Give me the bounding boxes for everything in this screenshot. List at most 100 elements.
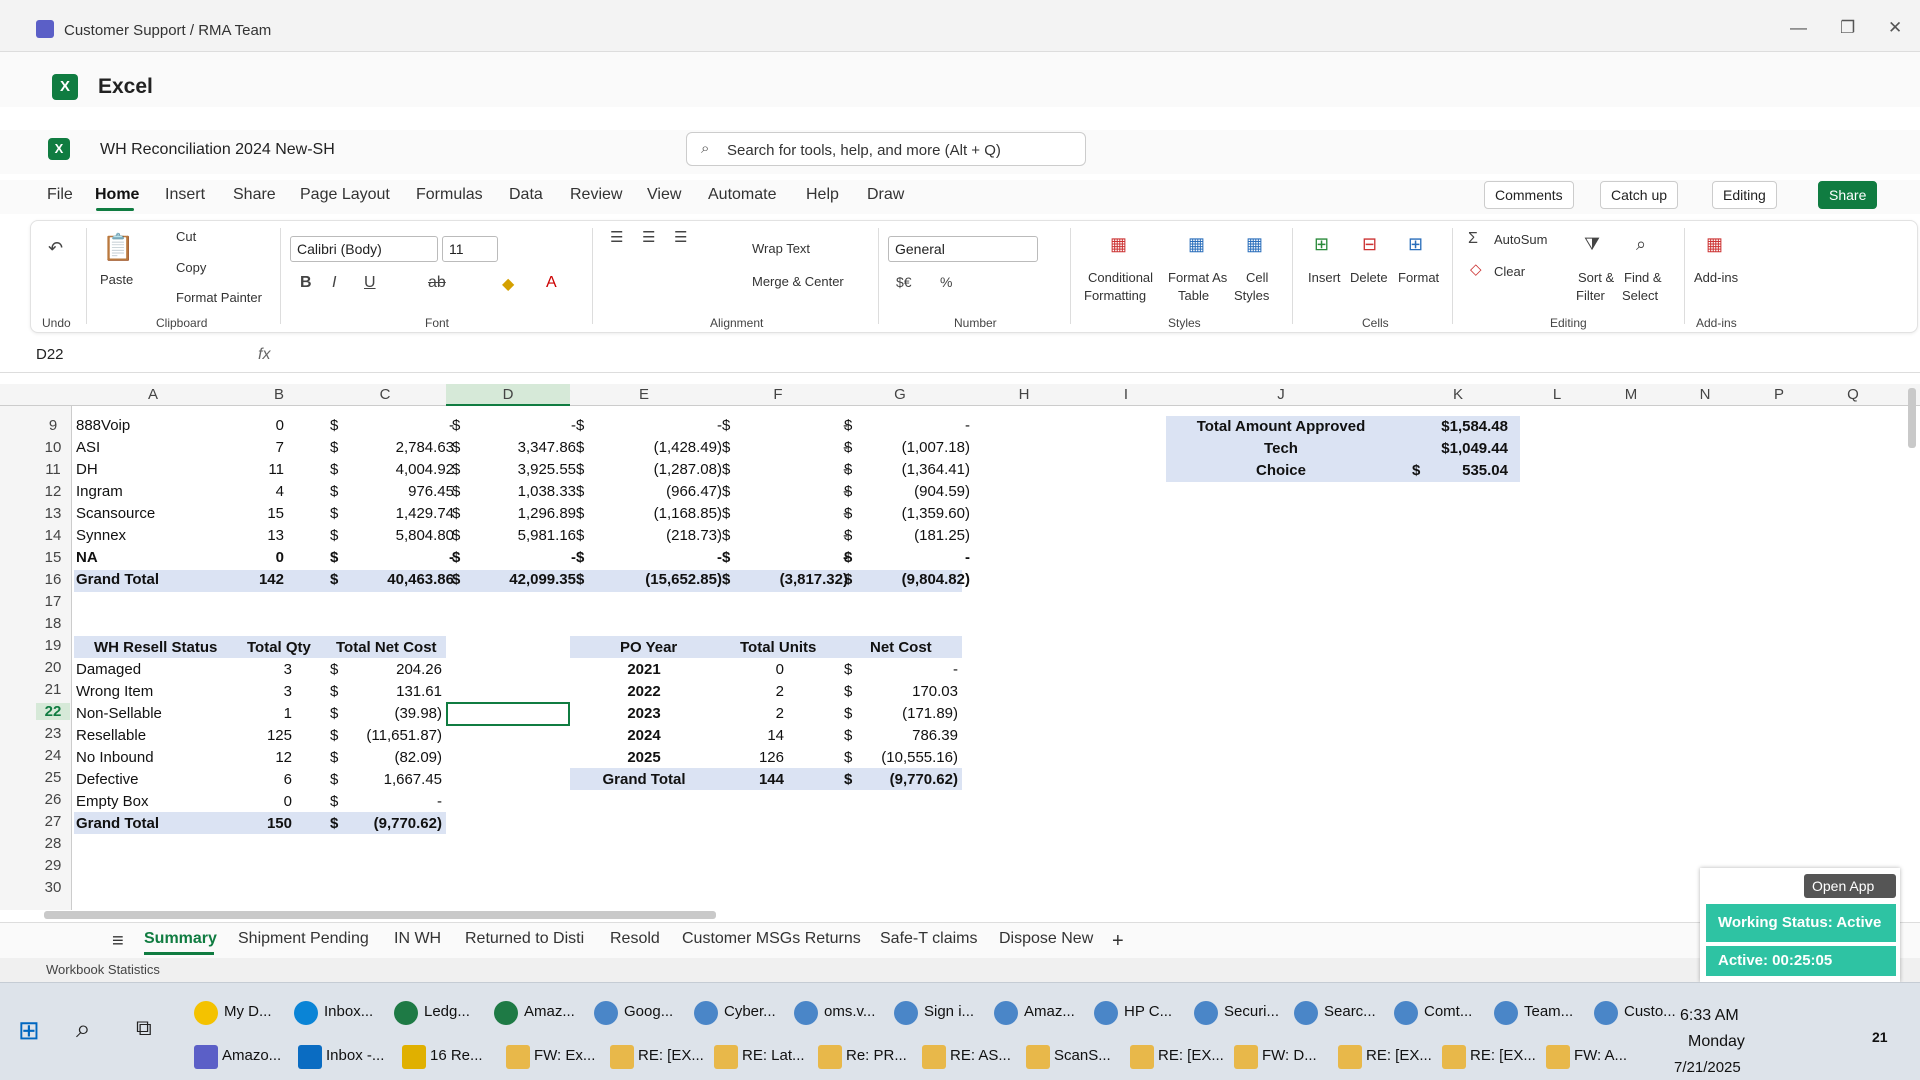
find-select-label2[interactable]: Select — [1622, 288, 1658, 303]
start-icon[interactable]: ⊞ — [18, 1015, 40, 1046]
align-middle-icon[interactable]: ☰ — [642, 228, 655, 246]
sheet-tab-resold[interactable]: Resold — [610, 930, 660, 948]
font-name-dropdown[interactable]: Calibri (Body) — [290, 236, 438, 262]
row-number[interactable]: 23 — [36, 725, 70, 742]
col-header[interactable]: Q — [1816, 386, 1890, 403]
taskbar-item[interactable]: Inbox... — [324, 1003, 373, 1020]
taskbar-item[interactable]: Ledg... — [424, 1003, 470, 1020]
row-number[interactable]: 13 — [36, 505, 70, 522]
find-select-label1[interactable]: Find & — [1624, 270, 1662, 285]
menu-data[interactable]: Data — [509, 186, 543, 204]
addins-icon[interactable]: ▦ — [1706, 234, 1723, 255]
taskbar-item[interactable]: oms.v... — [824, 1003, 875, 1020]
col-header[interactable]: C — [324, 386, 446, 403]
col-header[interactable]: N — [1668, 386, 1742, 403]
editing-button[interactable]: Editing — [1712, 181, 1777, 209]
clock-day[interactable]: Monday — [1688, 1033, 1745, 1051]
col-header[interactable]: A — [72, 386, 234, 403]
fx-icon[interactable]: fx — [258, 346, 270, 364]
row-number[interactable]: 9 — [36, 417, 70, 434]
taskbar-item[interactable]: Sign i... — [924, 1003, 974, 1020]
taskbar-item[interactable]: Cyber... — [724, 1003, 776, 1020]
taskbar-item[interactable]: FW: D... — [1262, 1047, 1317, 1064]
open-app-button[interactable]: Open App — [1804, 874, 1896, 898]
menu-view[interactable]: View — [647, 186, 681, 204]
sheet-tab-customer-msgs-returns[interactable]: Customer MSGs Returns — [682, 930, 861, 948]
insert-cells-icon[interactable]: ⊞ — [1314, 234, 1329, 255]
accounting-format-icon[interactable]: $€ — [896, 274, 912, 290]
col-header[interactable]: I — [1086, 386, 1166, 403]
row-number[interactable]: 22 — [36, 703, 70, 720]
italic-icon[interactable]: I — [332, 274, 336, 292]
row-number[interactable]: 12 — [36, 483, 70, 500]
taskbar-item[interactable]: HP C... — [1124, 1003, 1172, 1020]
clear-button[interactable]: Clear — [1494, 264, 1525, 279]
font-color-icon[interactable]: A — [546, 274, 557, 292]
wrap-text-button[interactable]: Wrap Text — [752, 241, 810, 256]
workbook-statistics[interactable]: Workbook Statistics — [46, 962, 160, 977]
menu-share[interactable]: Share — [233, 186, 276, 204]
format-cells-button[interactable]: Format — [1398, 270, 1439, 285]
fill-color-icon[interactable]: ◆ — [502, 274, 514, 294]
row-number[interactable]: 11 — [36, 461, 70, 478]
add-sheet-icon[interactable]: + — [1112, 930, 1124, 953]
clock-date[interactable]: 7/21/2025 — [1674, 1059, 1741, 1076]
taskbar-item[interactable]: 16 Re... — [430, 1047, 483, 1064]
row-number[interactable]: 16 — [36, 571, 70, 588]
format-painter-button[interactable]: Format Painter — [176, 290, 262, 305]
menu-file[interactable]: File — [47, 186, 73, 204]
row-number[interactable]: 19 — [36, 637, 70, 654]
taskbar-item[interactable]: Comt... — [1424, 1003, 1472, 1020]
comments-button[interactable]: Comments — [1484, 181, 1574, 209]
taskbar-item[interactable]: Team... — [1524, 1003, 1573, 1020]
row-number[interactable]: 10 — [36, 439, 70, 456]
col-header[interactable]: L — [1520, 386, 1594, 403]
menu-formulas[interactable]: Formulas — [416, 186, 483, 204]
menu-home[interactable]: Home — [95, 186, 139, 204]
taskbar-item[interactable]: FW: Ex... — [534, 1047, 595, 1064]
delete-cells-icon[interactable]: ⊟ — [1362, 234, 1377, 255]
undo-icon[interactable]: ↶ — [48, 238, 63, 259]
number-format-dropdown[interactable]: General — [888, 236, 1038, 262]
clock-time[interactable]: 6:33 AM — [1680, 1007, 1739, 1025]
taskbar-item[interactable]: RE: [EX... — [1366, 1047, 1432, 1064]
sort-filter-label1[interactable]: Sort & — [1578, 270, 1614, 285]
sheet-tab-dispose-new[interactable]: Dispose New — [999, 930, 1093, 948]
paste-button[interactable]: Paste — [100, 272, 133, 287]
document-name[interactable]: WH Reconciliation 2024 New-SH — [100, 141, 335, 159]
row-number[interactable]: 18 — [36, 615, 70, 632]
font-size-dropdown[interactable]: 11 — [442, 236, 498, 262]
taskbar-item[interactable]: Custo... — [1624, 1003, 1676, 1020]
taskbar-item[interactable]: Re: PR... — [846, 1047, 907, 1064]
strikethrough-icon[interactable]: ab — [428, 274, 446, 292]
bold-icon[interactable]: B — [300, 274, 312, 292]
sheet-tab-summary[interactable]: Summary — [144, 930, 217, 948]
col-header[interactable]: M — [1594, 386, 1668, 403]
sort-filter-icon[interactable]: ⧩ — [1584, 234, 1600, 255]
taskbar-item[interactable]: RE: AS... — [950, 1047, 1011, 1064]
autosum-button[interactable]: AutoSum — [1494, 232, 1547, 247]
share-button[interactable]: Share — [1818, 181, 1878, 209]
paste-icon[interactable]: 📋 — [102, 232, 134, 263]
menu-help[interactable]: Help — [806, 186, 839, 204]
vertical-scrollbar[interactable] — [1908, 388, 1916, 448]
cut-button[interactable]: Cut — [176, 229, 196, 244]
align-top-icon[interactable]: ☰ — [610, 228, 623, 246]
format-cells-icon[interactable]: ⊞ — [1408, 234, 1423, 255]
task-view-icon[interactable]: ⧉ — [136, 1015, 152, 1041]
copy-button[interactable]: Copy — [176, 260, 206, 275]
col-header[interactable]: D — [446, 386, 570, 403]
row-number[interactable]: 20 — [36, 659, 70, 676]
taskbar-item[interactable]: Goog... — [624, 1003, 673, 1020]
row-number[interactable]: 29 — [36, 857, 70, 874]
menu-automate[interactable]: Automate — [708, 186, 776, 204]
cell-styles-label1[interactable]: Cell — [1246, 270, 1268, 285]
taskbar-item[interactable]: My D... — [224, 1003, 272, 1020]
format-as-table-label1[interactable]: Format As — [1168, 270, 1227, 285]
name-box[interactable]: D22 — [30, 344, 176, 368]
row-number[interactable]: 15 — [36, 549, 70, 566]
percent-icon[interactable]: % — [940, 274, 952, 290]
col-header[interactable]: G — [838, 386, 962, 403]
selected-cell-d22[interactable] — [446, 702, 570, 726]
sheet-tab-in-wh[interactable]: IN WH — [394, 930, 441, 948]
